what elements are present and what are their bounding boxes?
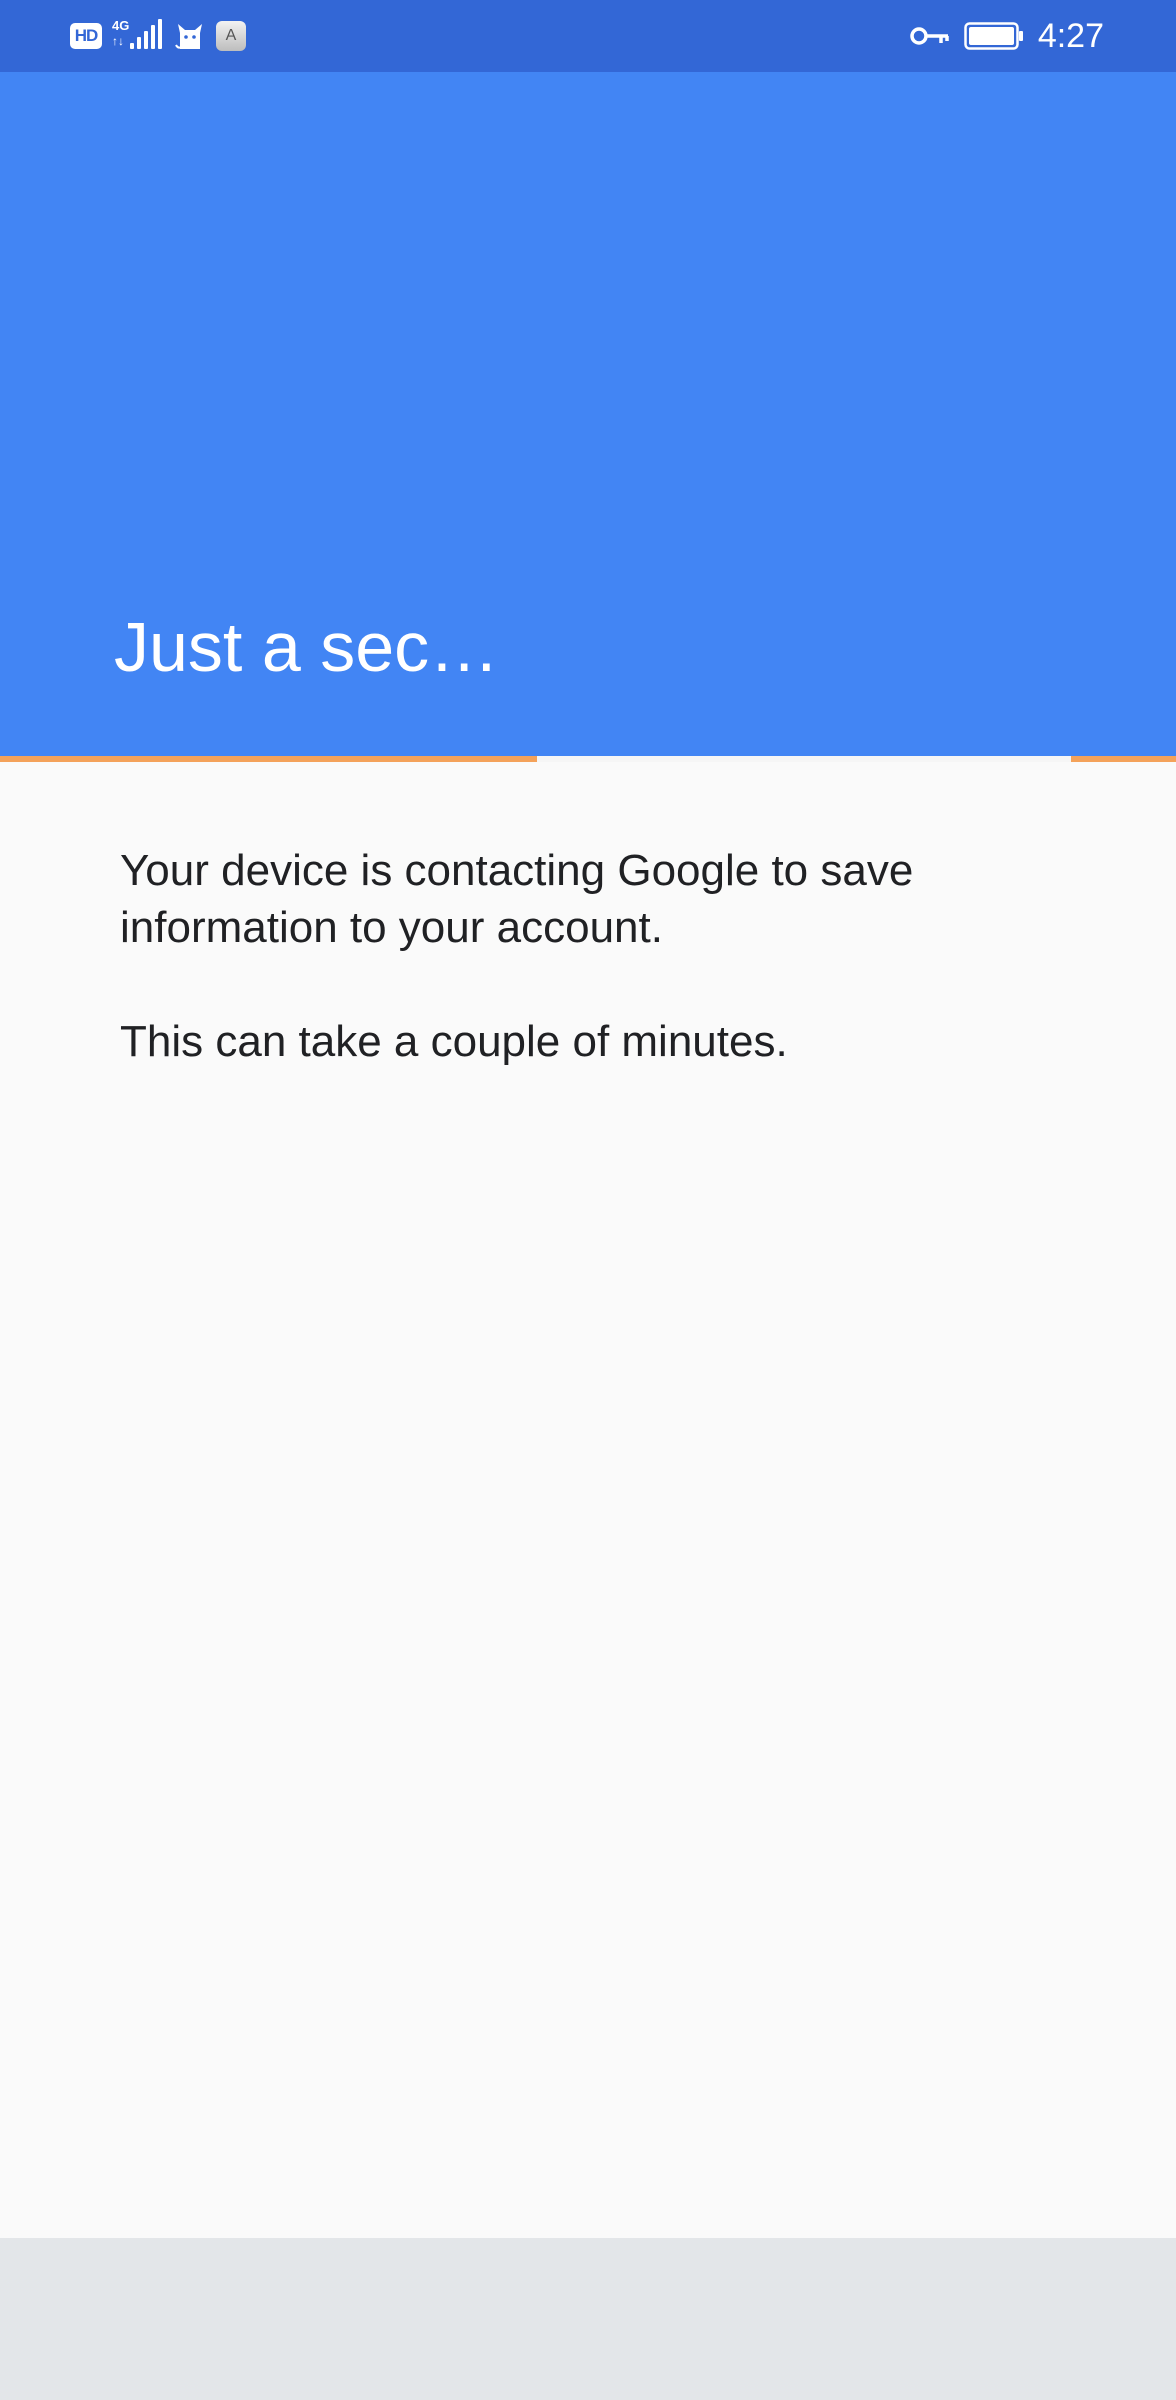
progress-indicator-segment <box>0 756 537 762</box>
network-type-label: 4G <box>112 18 130 33</box>
signal-bar <box>158 19 162 49</box>
message-body: Your device is contacting Google to save… <box>120 842 1080 1070</box>
clock: 4:27 <box>1037 17 1104 55</box>
progress-bar <box>0 756 1176 762</box>
vpn-key-icon <box>910 25 950 47</box>
battery-icon <box>964 22 1024 50</box>
status-bar-left: HD 4G ↑↓ A <box>70 18 246 54</box>
data-activity-arrows-icon: ↑↓ <box>112 34 124 48</box>
page-title: Just a sec… <box>114 608 500 686</box>
cat-app-icon <box>174 21 206 51</box>
status-bar: HD 4G ↑↓ A 4:27 <box>0 0 1176 72</box>
header: Just a sec… <box>0 72 1176 756</box>
message-paragraph: Your device is contacting Google to save… <box>120 846 914 952</box>
message-paragraph: This can take a couple of minutes. <box>120 1017 788 1066</box>
signal-bar <box>151 25 155 49</box>
hd-icon: HD <box>70 23 102 49</box>
progress-indicator-segment <box>1071 756 1176 762</box>
signal-4g-icon: 4G ↑↓ <box>112 19 164 53</box>
status-bar-right: 4:27 <box>910 14 1104 58</box>
signal-bar <box>144 31 148 49</box>
bottom-navigation-bar <box>0 2238 1176 2400</box>
signal-bar <box>137 37 141 49</box>
a-app-icon: A <box>216 21 246 51</box>
signal-bar <box>130 43 134 49</box>
